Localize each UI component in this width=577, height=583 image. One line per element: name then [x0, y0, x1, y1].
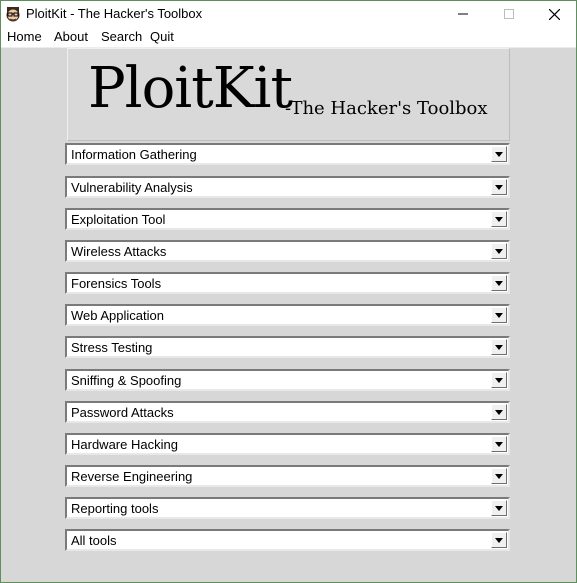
chevron-down-icon [495, 441, 503, 447]
minimize-button[interactable] [440, 1, 486, 27]
dropdown-label: Sniffing & Spoofing [71, 373, 182, 388]
window-title: PloitKit - The Hacker's Toolbox [26, 6, 203, 21]
dropdown-label: Stress Testing [71, 340, 153, 355]
chevron-down-icon [495, 312, 503, 318]
dropdown-label: All tools [71, 533, 117, 548]
chevron-down-icon [495, 537, 503, 543]
dropdown-label: Vulnerability Analysis [71, 180, 193, 195]
chevron-down-icon [495, 505, 503, 511]
menu-home[interactable]: Home [7, 29, 42, 44]
chevron-down-icon [495, 216, 503, 222]
minimize-icon [458, 13, 468, 15]
chevron-down-icon [495, 377, 503, 383]
banner-title: PloitKit [88, 56, 293, 121]
dropdown-label: Exploitation Tool [71, 212, 166, 227]
dropdown-wireless-attacks[interactable]: Wireless Attacks [65, 240, 510, 262]
dropdown-label: Reporting tools [71, 501, 159, 516]
dropdown-stress-testing[interactable]: Stress Testing [65, 336, 510, 358]
chevron-down-icon [495, 248, 503, 254]
dropdown-information-gathering[interactable]: Information Gathering [65, 143, 510, 165]
menu-bar: Home About Search Quit [1, 27, 576, 48]
chevron-down-icon [495, 409, 503, 415]
dropdown-arrow-button[interactable] [491, 404, 507, 420]
menu-search[interactable]: Search [101, 29, 142, 44]
menu-about[interactable]: About [54, 29, 88, 44]
dropdown-label: Reverse Engineering [71, 469, 193, 484]
dropdown-arrow-button[interactable] [491, 179, 507, 195]
maximize-icon [504, 9, 514, 19]
close-button[interactable] [531, 1, 576, 27]
dropdown-arrow-button[interactable] [491, 436, 507, 452]
menu-quit[interactable]: Quit [150, 29, 174, 44]
dropdown-reporting-tools[interactable]: Reporting tools [65, 497, 510, 519]
chevron-down-icon [495, 280, 503, 286]
dropdown-label: Hardware Hacking [71, 437, 178, 452]
chevron-down-icon [495, 151, 503, 157]
dropdown-arrow-button[interactable] [491, 211, 507, 227]
dropdown-forensics-tools[interactable]: Forensics Tools [65, 272, 510, 294]
dropdown-arrow-button[interactable] [491, 275, 507, 291]
dropdown-web-application[interactable]: Web Application [65, 304, 510, 326]
dropdown-arrow-button[interactable] [491, 307, 507, 323]
chevron-down-icon [495, 184, 503, 190]
banner-subtitle: -The Hacker's Toolbox [285, 98, 488, 119]
dropdown-label: Forensics Tools [71, 276, 162, 291]
dropdown-arrow-button[interactable] [491, 500, 507, 516]
close-icon [548, 8, 560, 20]
dropdown-all-tools[interactable]: All tools [65, 529, 510, 551]
chevron-down-icon [495, 473, 503, 479]
dropdown-arrow-button[interactable] [491, 532, 507, 548]
dropdown-arrow-button[interactable] [491, 243, 507, 259]
dropdown-label: Web Application [71, 308, 164, 323]
hacker-avatar-icon [5, 6, 21, 22]
dropdown-arrow-button[interactable] [491, 146, 507, 162]
dropdown-arrow-button[interactable] [491, 339, 507, 355]
dropdown-vulnerability-analysis[interactable]: Vulnerability Analysis [65, 176, 510, 198]
maximize-button[interactable] [486, 1, 532, 27]
title-bar[interactable]: PloitKit - The Hacker's Toolbox [1, 1, 576, 27]
dropdown-label: Wireless Attacks [71, 244, 167, 259]
dropdown-password-attacks[interactable]: Password Attacks [65, 401, 510, 423]
dropdown-sniffing-spoofing[interactable]: Sniffing & Spoofing [65, 369, 510, 391]
dropdown-label: Information Gathering [71, 147, 197, 162]
app-window: PloitKit - The Hacker's Toolbox Home Abo… [0, 0, 577, 583]
dropdown-arrow-button[interactable] [491, 468, 507, 484]
dropdown-label: Password Attacks [71, 405, 174, 420]
chevron-down-icon [495, 344, 503, 350]
dropdown-reverse-engineering[interactable]: Reverse Engineering [65, 465, 510, 487]
dropdown-hardware-hacking[interactable]: Hardware Hacking [65, 433, 510, 455]
dropdown-exploitation-tool[interactable]: Exploitation Tool [65, 208, 510, 230]
banner: PloitKit -The Hacker's Toolbox [67, 48, 510, 141]
dropdown-arrow-button[interactable] [491, 372, 507, 388]
